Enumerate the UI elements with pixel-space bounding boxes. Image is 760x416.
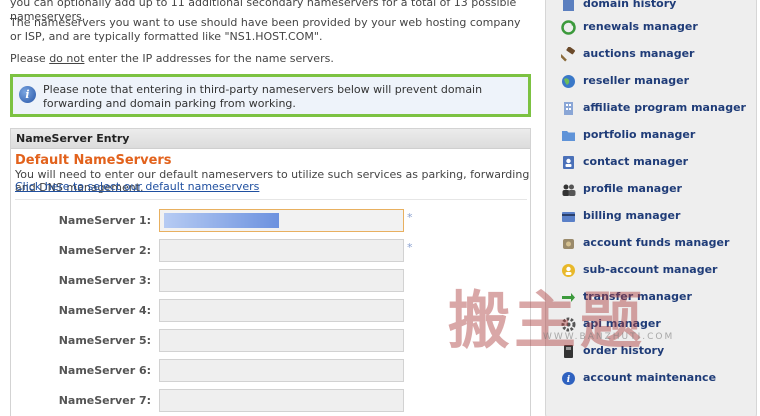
nameserver-4-input[interactable] <box>159 299 404 322</box>
nameserver-4-label: NameServer 4: <box>58 304 151 317</box>
nameserver-row-6: NameServer 6: <box>11 359 532 383</box>
renewals-icon <box>561 20 576 35</box>
nameserver-row-1: NameServer 1: * <box>11 209 532 233</box>
nameserver-row-5: NameServer 5: <box>11 329 532 353</box>
nameserver-5-label: NameServer 5: <box>58 334 151 347</box>
panel-header: NameServer Entry <box>11 129 530 149</box>
divider <box>15 199 527 200</box>
info-icon: i <box>19 86 36 103</box>
order-icon <box>564 345 573 358</box>
account-sidebar: domain history renewals manager auctions… <box>545 0 757 416</box>
nameserver-row-2: NameServer 2: * <box>11 239 532 263</box>
sidebar-item-profile-manager[interactable]: profile manager <box>557 180 757 200</box>
sidebar-item-account-funds-manager[interactable]: account funds manager <box>557 234 757 254</box>
select-default-nameservers-link[interactable]: Click here to select our default nameser… <box>15 180 259 193</box>
transfer-icon <box>562 293 575 302</box>
sidebar-item-account-maintenance[interactable]: i account maintenance <box>557 369 757 389</box>
nameserver-1-input[interactable] <box>159 209 404 232</box>
sidebar-item-renewals-manager[interactable]: renewals manager <box>557 18 757 38</box>
nameserver-panel: NameServer Entry Default NameServers You… <box>10 128 531 416</box>
nameserver-2-input[interactable] <box>159 239 404 262</box>
sidebar-item-domain-history[interactable]: domain history <box>557 0 757 15</box>
sidebar-item-portfolio-manager[interactable]: portfolio manager <box>557 126 757 146</box>
sidebar-item-auctions-manager[interactable]: auctions manager <box>557 45 757 65</box>
contact-icon <box>563 156 574 169</box>
history-icon <box>563 0 574 11</box>
sidebar-item-order-history[interactable]: order history <box>557 342 757 362</box>
intro-line-2: The nameservers you want to use should h… <box>10 16 521 43</box>
nameserver-1-label: NameServer 1: <box>58 214 151 227</box>
required-marker: * <box>407 211 413 224</box>
building-icon <box>564 102 573 115</box>
globe-icon <box>562 75 575 88</box>
info-icon: i <box>562 372 575 385</box>
sidebar-item-contact-manager[interactable]: contact manager <box>557 153 757 173</box>
sidebar-item-reseller-manager[interactable]: reseller manager <box>557 72 757 92</box>
main-content: you can optionally add up to 11 addition… <box>0 0 540 416</box>
nameserver-2-label: NameServer 2: <box>58 244 151 257</box>
nameserver-3-input[interactable] <box>159 269 404 292</box>
svg-text:i: i <box>567 375 571 385</box>
nameserver-3-label: NameServer 3: <box>58 274 151 287</box>
sidebar-item-billing-manager[interactable]: billing manager <box>557 207 757 227</box>
nameserver-6-input[interactable] <box>159 359 404 382</box>
selected-text-highlight <box>164 213 279 228</box>
sidebar-item-sub-account-manager[interactable]: sub-account manager <box>557 261 757 281</box>
funds-icon <box>563 239 574 249</box>
intro-line-3: Please do not enter the IP addresses for… <box>10 52 334 65</box>
notice-box: i Please note that entering in third-par… <box>10 74 531 117</box>
folder-icon <box>562 131 575 141</box>
nameserver-row-4: NameServer 4: <box>11 299 532 323</box>
sidebar-item-api-manager[interactable]: api manager <box>557 315 757 335</box>
notice-text: Please note that entering in third-party… <box>43 83 483 110</box>
nameserver-6-label: NameServer 6: <box>58 364 151 377</box>
nameserver-7-label: NameServer 7: <box>58 394 151 407</box>
required-marker: * <box>407 241 413 254</box>
nameserver-row-3: NameServer 3: <box>11 269 532 293</box>
users-icon <box>562 184 576 196</box>
sidebar-item-transfer-manager[interactable]: transfer manager <box>557 288 757 308</box>
gavel-icon <box>561 47 576 62</box>
sub-account-icon <box>562 264 575 277</box>
sidebar-item-affiliate-program-manager[interactable]: affiliate program manager <box>557 99 757 119</box>
nameserver-5-input[interactable] <box>159 329 404 352</box>
billing-icon <box>562 212 575 222</box>
nameserver-7-input[interactable] <box>159 389 404 412</box>
gear-icon <box>561 317 576 332</box>
default-nameservers-title: Default NameServers <box>15 153 172 168</box>
nameserver-row-7: NameServer 7: <box>11 389 532 413</box>
